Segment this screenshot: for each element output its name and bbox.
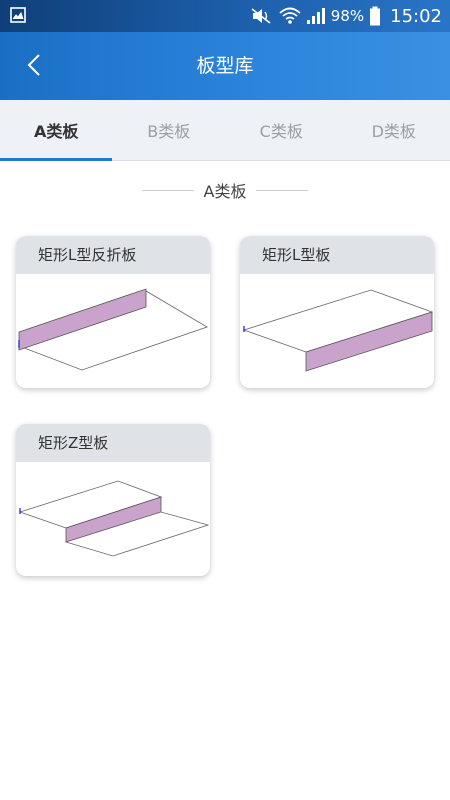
section-title: A类板 (203, 182, 247, 201)
mute-icon (251, 8, 271, 24)
tab-c[interactable]: C类板 (225, 100, 338, 160)
card-title: 矩形L型板 (240, 236, 434, 274)
z-plate-figure (18, 480, 210, 557)
card-title: 矩形L型反折板 (16, 236, 210, 274)
plate-card-z[interactable]: 矩形Z型板 (16, 424, 210, 576)
signal-icon (306, 8, 325, 24)
tab-bar: A类板 B类板 C类板 D类板 (0, 100, 450, 161)
tab-d[interactable]: D类板 (338, 100, 450, 160)
section-header: A类板 (0, 178, 450, 202)
tab-b[interactable]: B类板 (113, 100, 226, 160)
gallery-notification-icon (10, 7, 26, 23)
status-bar: 98% 15:02 (0, 0, 450, 32)
clock: 15:02 (390, 5, 442, 27)
tab-a[interactable]: A类板 (0, 100, 113, 161)
tab-label: A类板 (34, 122, 79, 141)
tab-label: B类板 (147, 122, 191, 141)
plate-card-l-fold-back[interactable]: 矩形L型反折板 (16, 236, 210, 388)
plate-card-l[interactable]: 矩形L型板 (240, 236, 434, 388)
app-header: 98% 15:02 板型库 (0, 0, 450, 100)
divider-left (141, 189, 194, 191)
active-tab-indicator (0, 158, 112, 161)
l-fold-back-plate-figure (17, 288, 208, 371)
tab-label: C类板 (259, 122, 303, 141)
battery-icon (370, 6, 381, 26)
card-title: 矩形Z型板 (16, 424, 210, 462)
battery-percent: 98% (330, 7, 365, 25)
tab-label: D类板 (371, 122, 416, 141)
divider-right (256, 189, 309, 191)
page-title: 板型库 (196, 55, 254, 77)
l-plate-figure (242, 289, 434, 372)
wifi-icon (279, 7, 301, 24)
